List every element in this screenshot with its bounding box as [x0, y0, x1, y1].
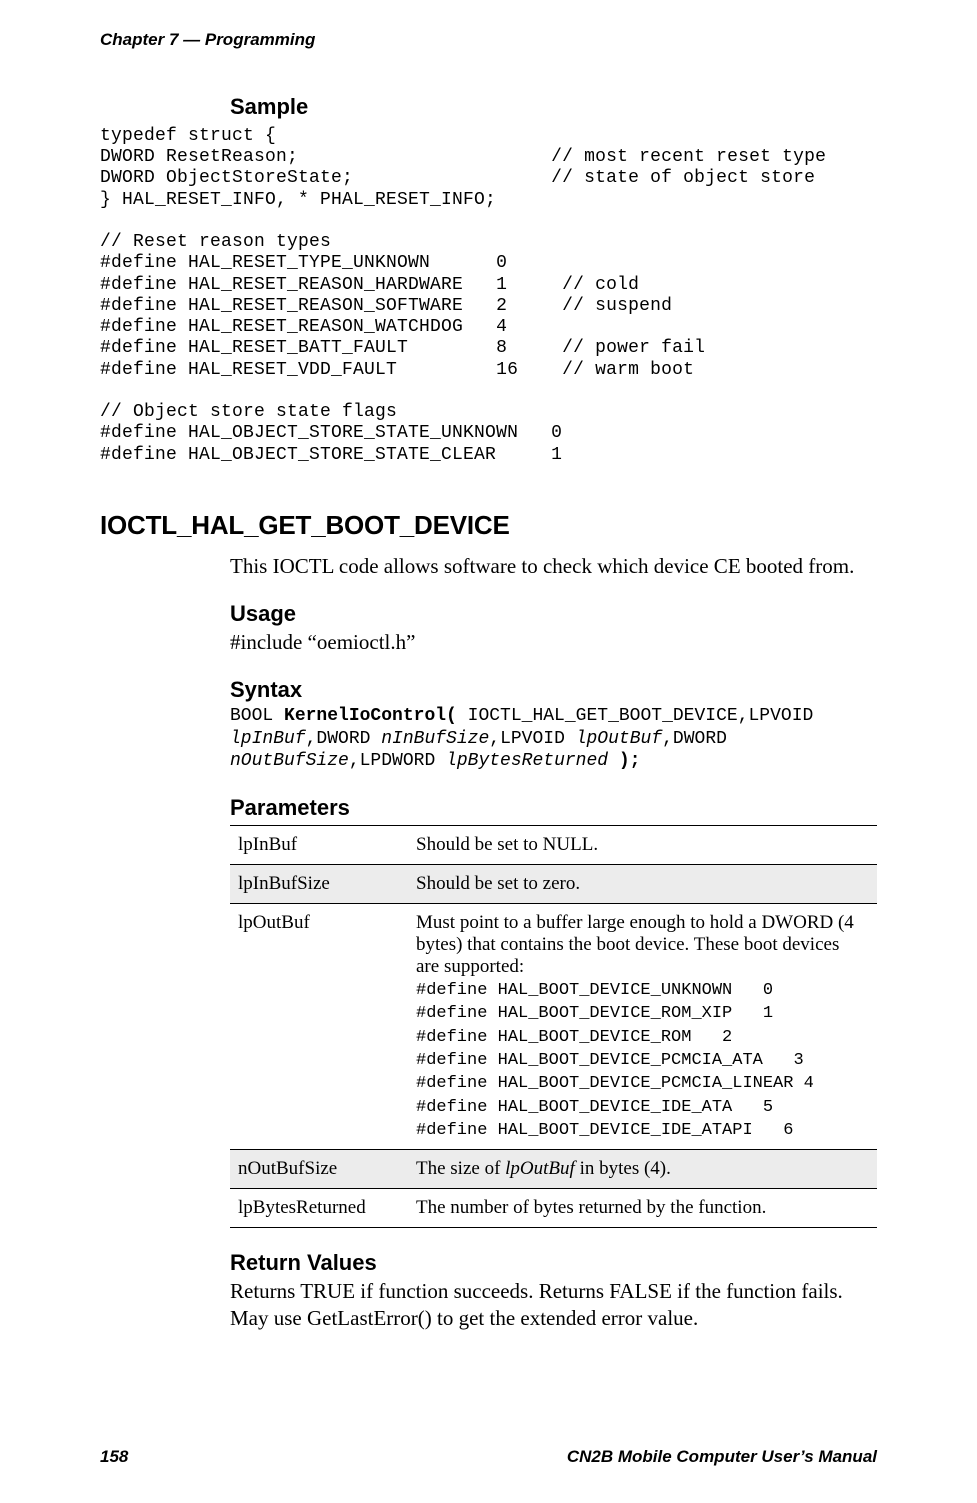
page-number: 158	[100, 1447, 128, 1467]
param-desc-text: in bytes (4).	[575, 1158, 671, 1179]
param-name: lpInBuf	[230, 825, 408, 864]
syntax-fn: KernelIoControl(	[284, 706, 457, 726]
param-desc: Must point to a buffer large enough to h…	[408, 903, 877, 1150]
syntax-text: BOOL KernelIoControl( IOCTL_HAL_GET_BOOT…	[230, 705, 877, 773]
syntax-heading: Syntax	[230, 677, 877, 703]
running-head: Chapter 7 — Programming	[100, 30, 877, 50]
param-desc-code: #define HAL_BOOT_DEVICE_UNKNOWN 0 #defin…	[416, 981, 814, 1140]
usage-text: #include “oemioctl.h”	[230, 629, 877, 655]
syntax-arg: lpInBuf	[230, 729, 306, 749]
sample-code: typedef struct { DWORD ResetReason; // m…	[100, 126, 877, 466]
sample-heading: Sample	[230, 94, 877, 120]
manual-title: CN2B Mobile Computer User’s Manual	[567, 1447, 877, 1467]
table-row: lpInBufSize Should be set to zero.	[230, 864, 877, 903]
table-row: nOutBufSize The size of lpOutBuf in byte…	[230, 1150, 877, 1189]
param-name: lpInBufSize	[230, 864, 408, 903]
return-values-heading: Return Values	[230, 1250, 877, 1276]
param-desc-text: The size of	[416, 1158, 505, 1179]
param-desc-ital: lpOutBuf	[505, 1158, 575, 1179]
param-desc: Should be set to zero.	[408, 864, 877, 903]
syntax-token: ,DWORD	[306, 729, 382, 749]
syntax-token: IOCTL_HAL_GET_BOOT_DEVICE,LPVOID	[457, 706, 824, 726]
param-desc: The number of bytes returned by the func…	[408, 1189, 877, 1228]
syntax-token: ,LPVOID	[489, 729, 575, 749]
syntax-token: ,DWORD	[662, 729, 738, 749]
syntax-token: BOOL	[230, 706, 284, 726]
table-row: lpOutBuf Must point to a buffer large en…	[230, 903, 877, 1150]
page-footer: 158 CN2B Mobile Computer User’s Manual	[100, 1447, 877, 1467]
table-row: lpInBuf Should be set to NULL.	[230, 825, 877, 864]
page: Chapter 7 — Programming Sample typedef s…	[0, 0, 977, 1503]
syntax-arg: nInBufSize	[381, 729, 489, 749]
return-values-text: Returns TRUE if function succeeds. Retur…	[230, 1278, 877, 1331]
param-desc: The size of lpOutBuf in bytes (4).	[408, 1150, 877, 1189]
table-row: lpBytesReturned The number of bytes retu…	[230, 1189, 877, 1228]
section-title: IOCTL_HAL_GET_BOOT_DEVICE	[100, 510, 877, 541]
parameters-heading: Parameters	[230, 795, 877, 821]
syntax-close: );	[608, 751, 640, 771]
syntax-arg: lpBytesReturned	[446, 751, 608, 771]
syntax-arg: nOutBufSize	[230, 751, 349, 771]
section-intro: This IOCTL code allows software to check…	[230, 553, 877, 579]
param-desc-text: Must point to a buffer large enough to h…	[416, 912, 854, 977]
syntax-token: ,LPDWORD	[349, 751, 446, 771]
param-name: nOutBufSize	[230, 1150, 408, 1189]
usage-heading: Usage	[230, 601, 877, 627]
parameters-table: lpInBuf Should be set to NULL. lpInBufSi…	[230, 825, 877, 1229]
param-desc: Should be set to NULL.	[408, 825, 877, 864]
param-name: lpOutBuf	[230, 903, 408, 1150]
syntax-arg: lpOutBuf	[576, 729, 662, 749]
param-name: lpBytesReturned	[230, 1189, 408, 1228]
